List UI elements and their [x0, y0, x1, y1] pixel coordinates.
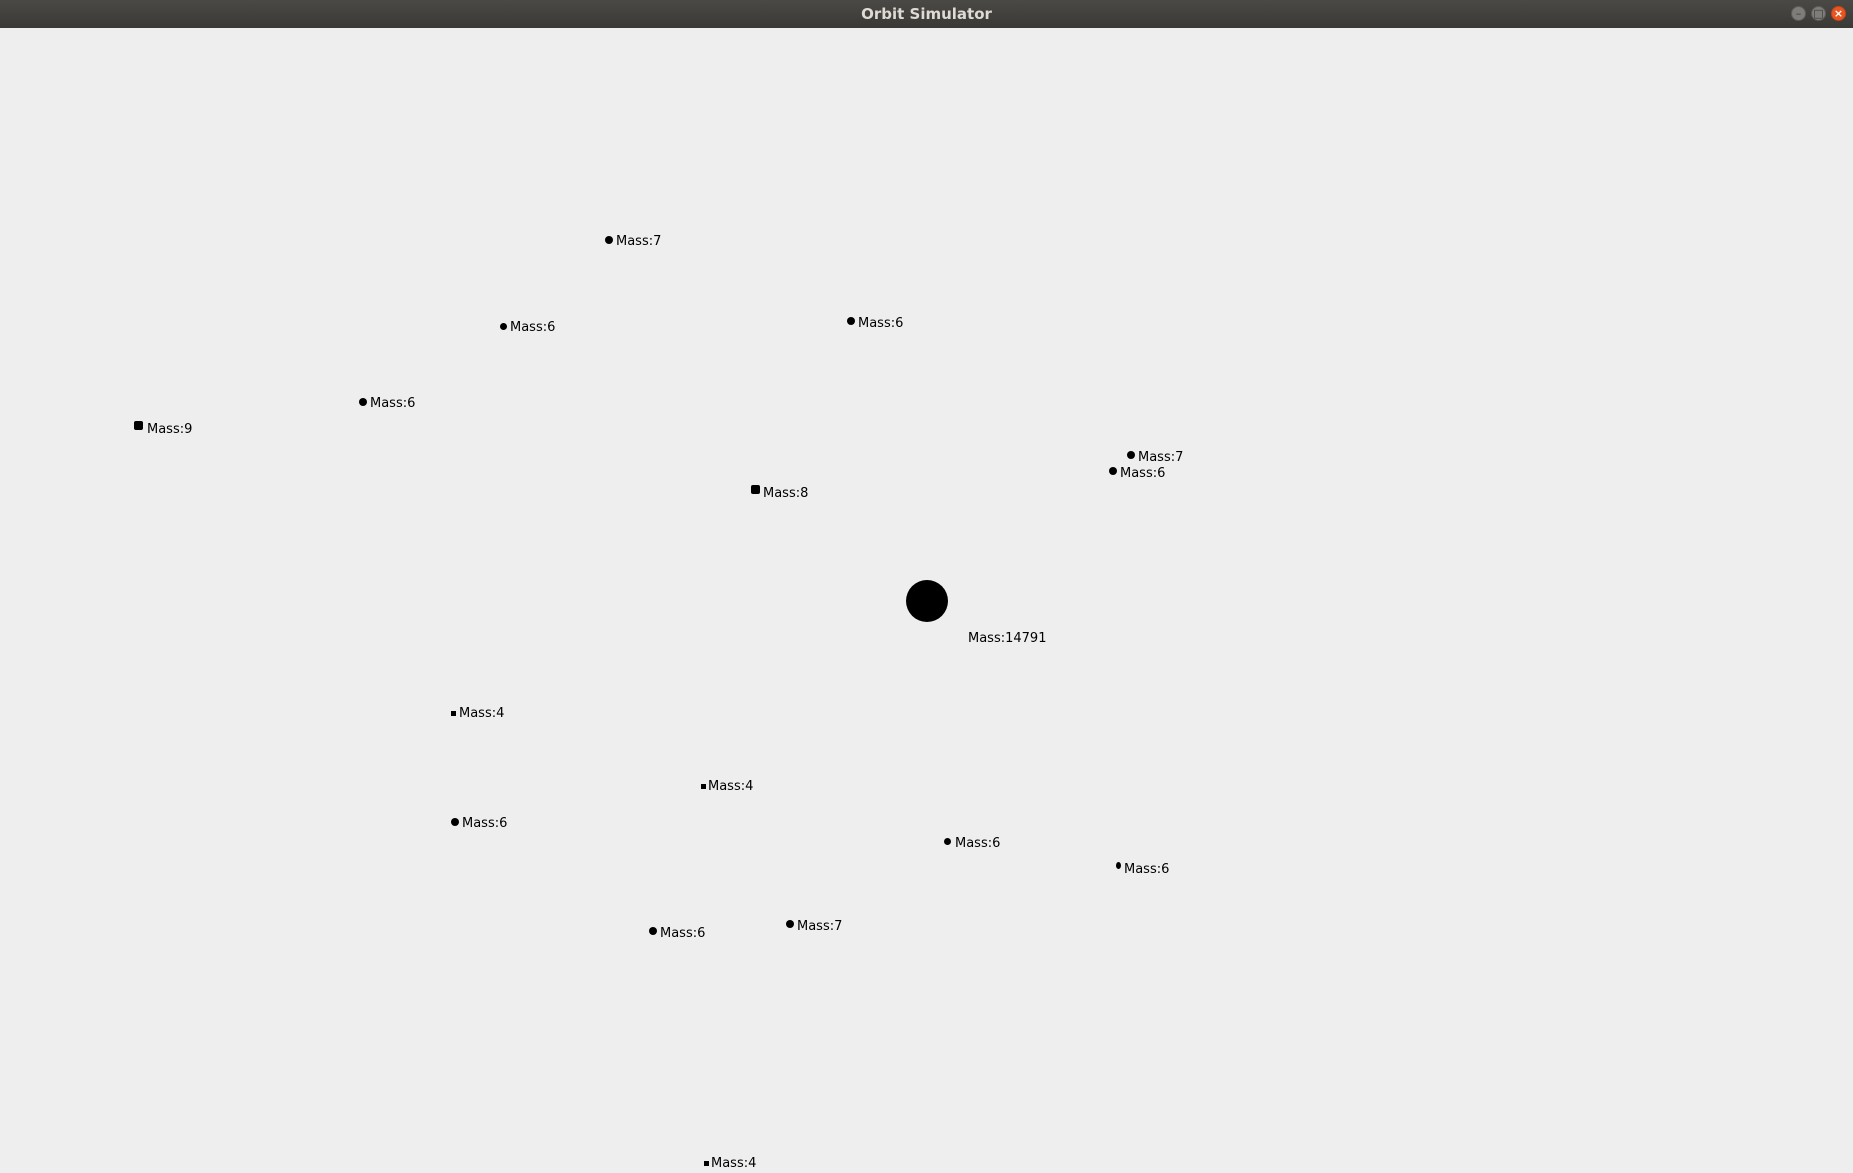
body-dot: [451, 711, 456, 716]
title-bar[interactable]: Orbit Simulator – □ ×: [0, 0, 1853, 29]
body-dot: [786, 920, 794, 928]
body-dot: [500, 323, 507, 330]
body-label: Mass:7: [1138, 450, 1184, 465]
body-label: Mass:4: [708, 779, 754, 794]
body-dot: [134, 421, 143, 430]
body-dot: [1109, 467, 1117, 475]
window-title: Orbit Simulator: [861, 5, 992, 23]
maximize-button[interactable]: □: [1811, 6, 1826, 21]
body-label: Mass:7: [616, 234, 662, 249]
body-label: Mass:6: [462, 816, 508, 831]
body-label: Mass:9: [147, 422, 193, 437]
body-label: Mass:8: [763, 486, 809, 501]
body-label: Mass:6: [370, 396, 416, 411]
body-label: Mass:6: [1120, 466, 1166, 481]
body-label: Mass:4: [711, 1156, 757, 1171]
body-label: Mass:6: [858, 316, 904, 331]
body-label: Mass:6: [955, 836, 1001, 851]
body-dot: [944, 838, 951, 845]
body-dot: [704, 1161, 709, 1166]
body-dot: [701, 784, 706, 789]
app-window: Orbit Simulator – □ × Mass:14791 Mass:7 …: [0, 0, 1853, 1173]
body-dot: [847, 317, 855, 325]
body-label: Mass:4: [459, 706, 505, 721]
close-button[interactable]: ×: [1831, 6, 1846, 21]
body-dot: [359, 398, 367, 406]
body-label: Mass:6: [510, 320, 556, 335]
body-label: Mass:6: [660, 926, 706, 941]
body-label: Mass:7: [797, 919, 843, 934]
body-dot: [605, 236, 613, 244]
body-dot: [1127, 451, 1135, 459]
body-label: Mass:6: [1124, 862, 1170, 877]
minimize-button[interactable]: –: [1791, 6, 1806, 21]
body-dot: [451, 818, 459, 826]
body-dot: [649, 927, 657, 935]
simulation-canvas[interactable]: Mass:14791 Mass:7 Mass:6 Mass:6 Mass:6 M…: [0, 28, 1853, 1173]
central-body-label: Mass:14791: [968, 631, 1047, 646]
central-body: [906, 580, 948, 622]
body-dot: [751, 485, 760, 494]
body-dot: [1116, 862, 1121, 869]
